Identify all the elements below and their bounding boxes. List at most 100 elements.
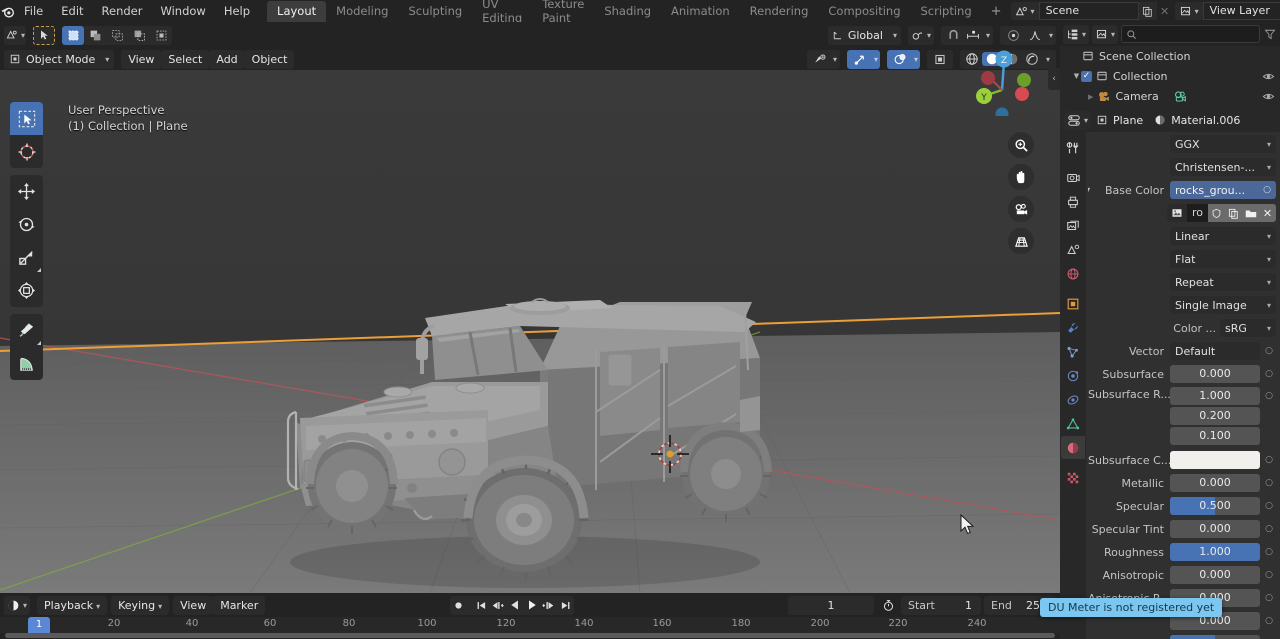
scene-name-field[interactable]: Scene xyxy=(1038,2,1139,20)
navigation-gizmo[interactable]: Y Z xyxy=(966,44,1038,116)
workspace-tab-shading[interactable]: Shading xyxy=(594,1,661,22)
timeline-scrollbar[interactable] xyxy=(0,632,1060,639)
proportional-edit-group[interactable]: ▾ xyxy=(999,25,1056,45)
animate-property-dot-icon[interactable]: ○ xyxy=(1262,342,1276,360)
xray-toggle[interactable] xyxy=(926,49,953,69)
current-frame-field[interactable]: 1 xyxy=(788,595,874,615)
animate-property-dot-icon[interactable]: ○ xyxy=(1262,520,1276,538)
properties-tab-modifiers[interactable] xyxy=(1061,316,1085,339)
animate-property-dot-icon[interactable]: ○ xyxy=(1262,589,1276,607)
record-button[interactable] xyxy=(450,596,467,615)
select-mode-group[interactable] xyxy=(62,25,172,45)
timeline-editor-type[interactable]: ▾ xyxy=(4,595,31,615)
remove-scene-button[interactable]: ✕ xyxy=(1157,5,1173,18)
transform-orientation-select[interactable]: Global ▾ xyxy=(827,25,901,45)
properties-tab-view-layer[interactable] xyxy=(1061,214,1085,237)
menu-render[interactable]: Render xyxy=(93,0,152,22)
interpolation-select[interactable]: Linear ▾ xyxy=(1170,227,1276,245)
frame-start-field[interactable]: Start 1 xyxy=(901,595,981,615)
properties-tab-object[interactable] xyxy=(1061,292,1085,315)
editor-type-icon[interactable]: ▾ xyxy=(4,26,26,45)
workspace-tab-rendering[interactable]: Rendering xyxy=(740,1,819,22)
properties-tab-tool[interactable] xyxy=(1061,136,1085,159)
properties-tab-texture[interactable] xyxy=(1061,466,1085,489)
animate-property-dot-icon[interactable]: ○ xyxy=(1263,185,1271,195)
overlays-icon[interactable] xyxy=(889,53,911,66)
properties-tab-output[interactable] xyxy=(1061,190,1085,213)
new-image-button[interactable] xyxy=(1225,204,1242,222)
gizmo-group[interactable]: ▾ xyxy=(846,49,880,69)
extension-select[interactable]: Repeat ▾ xyxy=(1170,273,1276,291)
snap-group[interactable]: ▾ xyxy=(940,25,993,45)
select-subtract-icon[interactable] xyxy=(106,26,128,45)
camera-data-icon[interactable] xyxy=(1173,90,1188,103)
select-set-icon[interactable] xyxy=(62,25,84,45)
jump-to-start-button[interactable] xyxy=(472,596,489,615)
unlink-image-button[interactable]: ✕ xyxy=(1259,204,1276,222)
active-tool-group[interactable] xyxy=(33,25,55,45)
xray-icon[interactable] xyxy=(929,53,951,66)
view-layer-name-field[interactable]: View Layer xyxy=(1202,2,1280,20)
outliner-row-scene-collection[interactable]: Scene Collection xyxy=(1060,46,1280,66)
filter-icon[interactable] xyxy=(1263,28,1277,40)
outliner-editor-type[interactable]: ▾ xyxy=(1063,24,1090,44)
viewport-menu-object[interactable]: Object xyxy=(244,49,295,69)
animate-property-dot-icon[interactable]: ○ xyxy=(1262,543,1276,561)
show-hide-eye-icon[interactable] xyxy=(810,53,830,66)
menu-help[interactable]: Help xyxy=(215,0,259,22)
play-reverse-button[interactable] xyxy=(506,596,523,615)
proportional-edit-icon[interactable] xyxy=(1003,29,1024,42)
menu-window[interactable]: Window xyxy=(151,0,214,22)
image-icon[interactable] xyxy=(1166,204,1187,222)
scene-datablock[interactable]: ▾ Scene ✕ xyxy=(1010,2,1173,20)
properties-tab-scene[interactable] xyxy=(1061,238,1085,261)
properties-tab-constraints[interactable] xyxy=(1061,388,1085,411)
pan-button[interactable] xyxy=(1008,164,1034,190)
base-color-image-field[interactable]: rocks_grou... ○ xyxy=(1170,181,1276,199)
workspace-tab-modeling[interactable]: Modeling xyxy=(326,1,398,22)
eye-icon[interactable] xyxy=(1262,71,1275,82)
blender-logo-icon[interactable] xyxy=(0,4,15,19)
outliner-row-camera[interactable]: ▸ Camera xyxy=(1060,86,1280,106)
properties-editor-type[interactable]: ▾ xyxy=(1064,110,1092,130)
editor-type-group[interactable]: ▾ xyxy=(4,25,26,45)
rotate-tool-button[interactable] xyxy=(10,208,43,241)
annotate-tool-button[interactable] xyxy=(10,314,43,347)
toggle-perspective-button[interactable] xyxy=(1008,228,1034,254)
outliner-search-input[interactable] xyxy=(1121,25,1260,43)
add-workspace-button[interactable]: + xyxy=(982,4,1011,19)
breadcrumb-object-label[interactable]: Plane xyxy=(1113,114,1143,127)
timeline-ruler[interactable]: 20 40 60 80 100 120 140 160 180 200 220 … xyxy=(0,617,1060,633)
workspace-tab-compositing[interactable]: Compositing xyxy=(818,1,910,22)
timeline-playhead[interactable]: 1 xyxy=(28,617,50,633)
animate-property-dot-icon[interactable]: ○ xyxy=(1262,365,1276,383)
select-intersect-icon[interactable] xyxy=(150,26,172,45)
next-keyframe-button[interactable] xyxy=(540,596,557,615)
metallic-value-slider[interactable]: 0.000 xyxy=(1170,474,1260,492)
viewport-menu-add[interactable]: Add xyxy=(209,49,245,69)
sidebar-toggle-arrow[interactable]: ‹ xyxy=(1048,68,1060,90)
breadcrumb-material-label[interactable]: Material.006 xyxy=(1171,114,1240,127)
viewport-canvas[interactable] xyxy=(0,70,1060,593)
specular-tint-value-slider[interactable]: 0.000 xyxy=(1170,520,1260,538)
timeline-menu-view[interactable]: View xyxy=(173,595,214,615)
menu-file[interactable]: File xyxy=(15,0,52,22)
camera-view-button[interactable] xyxy=(1008,196,1034,222)
subsurface-method-select[interactable]: Christensen-... ▾ xyxy=(1170,158,1276,176)
jump-to-end-button[interactable] xyxy=(557,596,574,615)
pivot-point-select[interactable]: ▾ xyxy=(907,25,934,45)
collection-checkbox[interactable]: ✓ xyxy=(1081,70,1092,82)
workspace-tab-layout[interactable]: Layout xyxy=(267,0,327,22)
properties-tab-physics[interactable] xyxy=(1061,364,1085,387)
timeline-menu-playback[interactable]: Playback ▾ xyxy=(37,595,108,615)
animate-property-dot-icon[interactable]: ○ xyxy=(1262,474,1276,492)
falloff-curve-icon[interactable] xyxy=(1024,29,1046,42)
play-button[interactable] xyxy=(523,596,540,615)
prev-keyframe-button[interactable] xyxy=(489,596,506,615)
select-invert-icon[interactable] xyxy=(128,26,150,45)
snap-target-icon[interactable] xyxy=(963,29,983,42)
timeline-menu-marker[interactable]: Marker xyxy=(213,595,266,615)
tweak-tool-button[interactable] xyxy=(10,102,43,135)
subsurface-color-swatch[interactable] xyxy=(1170,451,1260,469)
vector-select[interactable]: Default xyxy=(1170,342,1260,360)
